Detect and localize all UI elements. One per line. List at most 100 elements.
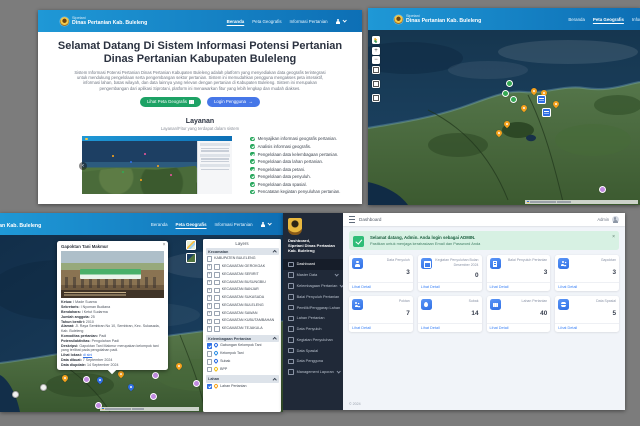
sidebar-item-data-pengguna[interactable]: Data Pengguna (283, 356, 343, 367)
sidebar-item-pemilik-lahan[interactable]: Pemilik/Penggarap Lahan (283, 302, 343, 313)
basemap-satellite-button[interactable] (186, 253, 196, 263)
expand-icon[interactable] (206, 287, 213, 294)
user-menu[interactable] (261, 221, 272, 227)
layer-row[interactable]: KECAMATAN SERIRIT (206, 271, 279, 279)
map-marker-purple[interactable] (152, 372, 159, 379)
nav-item-peta-geografis[interactable]: Peta Geografis (252, 19, 281, 24)
layer-row[interactable]: KECAMATAN GEROKGAK (206, 263, 279, 271)
nav-item-informasi-pertanian[interactable]: Informasi Pertanian (290, 19, 328, 24)
sidebar-item-lahan-pertanian[interactable]: Lahan Pertanian (283, 313, 343, 324)
user-menu[interactable]: Admin (597, 215, 619, 224)
expand-icon[interactable] (206, 303, 213, 309)
checkbox[interactable] (214, 310, 220, 317)
nav-item-peta-geografis[interactable]: Peta Geografis (176, 222, 207, 227)
map-marker-purple[interactable] (150, 393, 157, 400)
checkbox[interactable] (214, 318, 220, 325)
map-marker-green[interactable] (510, 96, 517, 103)
checkbox[interactable] (214, 287, 220, 294)
measure-button[interactable] (372, 80, 380, 88)
section-kelembagaan[interactable]: Kelembagaan Pertanian (205, 335, 279, 343)
nav-item-beranda[interactable]: Beranda (151, 222, 168, 227)
map-marker-cluster[interactable] (542, 108, 551, 117)
map-marker-purple[interactable] (193, 380, 200, 387)
sidebar-item-master-data[interactable]: Master Data (283, 270, 343, 281)
map-canvas[interactable]: × Gapoktan Tani Makmur Ketua: I Made Sua… (0, 235, 283, 412)
sidebar-item-dashboard[interactable]: Dashboard (283, 259, 343, 270)
expand-icon[interactable] (206, 310, 213, 317)
map-canvas[interactable] (368, 30, 640, 205)
checkbox[interactable] (214, 279, 220, 286)
checkbox[interactable] (206, 351, 213, 357)
checkbox-checked[interactable] (206, 383, 213, 390)
checkbox[interactable] (206, 256, 213, 262)
layer-row[interactable]: BPP (206, 365, 279, 374)
detail-link[interactable]: Lihat Detail (490, 326, 509, 330)
sidebar-item-kelembagaan[interactable]: Kelembagaan Pertanian (283, 281, 343, 292)
nav-item-informasi-pertanian[interactable]: Informasi Pertanian (632, 17, 640, 22)
expand-icon[interactable] (206, 326, 213, 332)
expand-icon[interactable] (206, 271, 213, 278)
expand-icon[interactable] (206, 279, 213, 286)
checkbox[interactable] (206, 358, 213, 365)
nav-item-informasi-pertanian[interactable]: Informasi Pertanian (215, 222, 253, 227)
checkbox[interactable] (214, 271, 220, 278)
checkbox[interactable] (214, 303, 220, 309)
layer-row[interactable]: Gabungan Kelompok Tani (206, 342, 279, 350)
map-marker-white[interactable] (12, 391, 19, 398)
brand[interactable]: Sipetani Dinas Pertanian Kab. Buleleng (0, 219, 41, 229)
view-map-button[interactable]: Lihat Peta Geografis (139, 96, 201, 107)
section-kecamatan[interactable]: Kecamatan (205, 248, 279, 256)
sidebar-item-balai-penyuluh[interactable]: Balai Penyuluh Pertanian (283, 291, 343, 302)
layers-control-button[interactable] (372, 36, 380, 44)
zoom-in-button[interactable] (372, 47, 380, 55)
layer-row[interactable]: Lahan Pertanian (206, 382, 279, 391)
hamburger-icon[interactable] (349, 216, 355, 223)
map-marker-purple[interactable] (599, 186, 606, 193)
brand[interactable]: Sipetani Dinas Pertanian Kab. Buleleng (394, 14, 481, 24)
layer-row[interactable]: KECAMATAN SAWAN (206, 310, 279, 318)
checkbox[interactable] (214, 326, 220, 332)
layer-row[interactable]: KECAMATAN TEJAKULA (206, 325, 279, 333)
layer-row[interactable]: KECAMATAN KUBUTAMBAHAN (206, 317, 279, 325)
map-marker-white[interactable] (40, 384, 47, 391)
sidebar-item-data-spasial[interactable]: Data Spasial (283, 345, 343, 356)
brand[interactable]: Sipetani Dinas Pertanian Kab. Buleleng (60, 16, 147, 26)
expand-icon[interactable] (206, 318, 213, 325)
checkbox[interactable] (206, 366, 213, 373)
checkbox[interactable] (214, 295, 220, 301)
detail-link[interactable]: Lihat Detail (421, 285, 440, 289)
nav-item-beranda[interactable]: Beranda (568, 17, 585, 22)
detail-link[interactable]: Lihat Detail (490, 285, 509, 289)
section-lahan[interactable]: Lahan (205, 375, 279, 383)
detail-link[interactable]: Lihat Detail (558, 326, 577, 330)
map-marker-cluster[interactable] (537, 95, 546, 104)
nav-item-beranda[interactable]: Beranda (227, 19, 245, 24)
user-menu[interactable] (336, 18, 347, 24)
login-button[interactable]: Login Pengguna (206, 96, 261, 107)
map-marker-purple[interactable] (83, 376, 90, 383)
layer-row[interactable]: KECAMATAN BANJAR (206, 286, 279, 294)
detail-link[interactable]: Lihat Detail (352, 326, 371, 330)
map-marker-green[interactable] (506, 80, 513, 87)
sidebar-item-data-penyuluh[interactable]: Data Penyuluh (283, 324, 343, 335)
checkbox-checked[interactable] (206, 343, 213, 349)
layer-row[interactable]: KABUPATEN BULELENG (206, 255, 279, 263)
location-link[interactable]: di sini (83, 353, 92, 357)
map-marker-green[interactable] (502, 90, 509, 97)
layer-row[interactable]: Kelompok Tani (206, 350, 279, 358)
basemap-street-button[interactable] (186, 240, 196, 250)
expand-icon[interactable] (206, 264, 213, 270)
sidebar-item-kegiatan-penyuluhan[interactable]: Kegiatan Penyuluhan (283, 334, 343, 345)
nav-item-peta-geografis[interactable]: Peta Geografis (593, 17, 624, 22)
close-icon[interactable]: × (612, 234, 615, 240)
checkbox[interactable] (214, 264, 220, 270)
sidebar-item-management-laporan[interactable]: Management Laporan (283, 367, 343, 378)
layer-row[interactable]: Subak (206, 358, 279, 366)
detail-link[interactable]: Lihat Detail (352, 285, 371, 289)
layer-row[interactable]: KECAMATAN SUKASADA (206, 294, 279, 302)
extent-button[interactable] (372, 66, 380, 74)
layer-row[interactable]: KECAMATAN BULELENG (206, 302, 279, 310)
layer-row[interactable]: KECAMATAN BUSUNGBIU (206, 279, 279, 287)
zoom-out-button[interactable] (372, 55, 380, 64)
close-icon[interactable]: × (163, 242, 166, 248)
